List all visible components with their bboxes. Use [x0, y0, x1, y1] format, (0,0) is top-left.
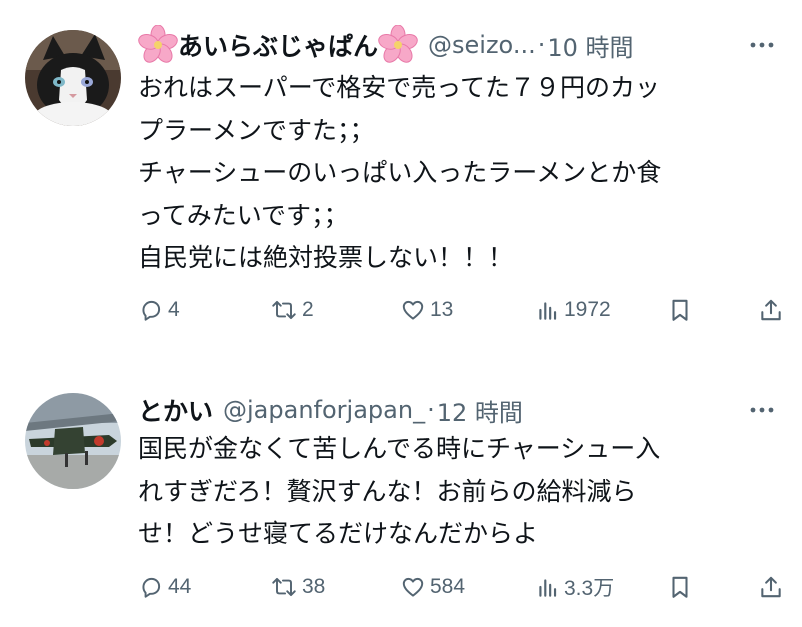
bookmark-button[interactable]	[668, 567, 692, 607]
handle-link[interactable]: @japanforjapan_	[223, 396, 425, 424]
heart-icon	[402, 577, 424, 597]
more-options-icon[interactable]	[744, 27, 780, 63]
repost-count: 2	[302, 298, 314, 321]
view-count: 1972	[564, 298, 611, 321]
like-count: 13	[430, 298, 454, 321]
post-header: あいらぶじゃぱん @seizo... · 10 時間	[138, 25, 782, 65]
share-button[interactable]	[758, 567, 784, 607]
view-count: 3.3万	[564, 577, 615, 600]
post-text-line: 自民党には絶対投票しない！！！	[138, 243, 514, 272]
like-button[interactable]: 13	[400, 290, 453, 330]
repost-button[interactable]: 38	[270, 567, 325, 607]
post[interactable]: あいらぶじゃぱん @seizo... · 10 時間 おれはスーパーで格安で売っ…	[0, 0, 802, 345]
post-text-line: せ！どうせ寝てるだけなんだからよ	[138, 519, 539, 548]
post-text-line: れすぎだろ！贅沢すんな！お前らの給料減ら	[138, 476, 637, 506]
repost-icon	[272, 300, 296, 320]
views-button[interactable]: 1972	[536, 290, 611, 330]
views-icon	[539, 302, 557, 320]
like-count: 584	[430, 575, 466, 598]
display-name: とかい	[138, 397, 214, 426]
views-button[interactable]: 3.3万	[536, 567, 614, 607]
share-button[interactable]	[758, 290, 784, 330]
reply-icon	[142, 577, 161, 598]
views-icon	[539, 579, 557, 597]
cherry-blossom-icon	[378, 25, 418, 63]
post-text: おれはスーパーで格安で売ってた７９円のカッ プラーメンですた；； チャーシューの…	[138, 67, 774, 280]
avatar[interactable]	[25, 393, 121, 489]
bookmark-button[interactable]	[668, 290, 692, 330]
separator-dot: ·	[427, 396, 435, 424]
post-text-line: 国民が金なくて苦しんでる時にチャーシュー入	[138, 434, 661, 463]
bookmark-icon	[672, 299, 688, 321]
more-options-icon[interactable]	[744, 392, 780, 428]
timestamp-link[interactable]: 10 時間	[547, 28, 633, 63]
post-text-line: プラーメンですた；；	[138, 115, 375, 145]
action-bar: 4 2 13 1972	[138, 290, 788, 330]
bookmark-icon	[672, 576, 688, 598]
cat-avatar-image	[25, 30, 121, 126]
reply-button[interactable]: 4	[138, 290, 180, 330]
post-text-line: おれはスーパーで格安で売ってた７９円のカッ	[138, 73, 661, 102]
separator-dot: ·	[537, 31, 546, 59]
reply-icon	[142, 300, 161, 321]
display-name-link[interactable]: あいらぶじゃぱん	[138, 25, 418, 65]
like-button[interactable]: 584	[400, 567, 465, 607]
reply-button[interactable]: 44	[138, 567, 191, 607]
display-name-link[interactable]: とかい	[138, 392, 213, 428]
heart-icon	[402, 300, 424, 320]
post-header: とかい @japanforjapan_ · 12 時間	[138, 390, 782, 430]
action-bar: 44 38 584 3.3万	[138, 567, 788, 607]
timestamp-link[interactable]: 12 時間	[437, 393, 523, 428]
post-text: 国民が金なくて苦しんでる時にチャーシュー入 れすぎだろ！贅沢すんな！お前らの給料…	[138, 428, 774, 556]
repost-button[interactable]: 2	[270, 290, 314, 330]
share-icon	[761, 299, 781, 321]
repost-count: 38	[302, 575, 326, 598]
reply-count: 44	[168, 575, 192, 598]
repost-icon	[272, 577, 296, 597]
post-text-line: チャーシューのいっぱい入ったラーメンとか食	[138, 158, 662, 187]
airplane-avatar-image	[25, 393, 121, 489]
display-name: あいらぶじゃぱん	[178, 32, 379, 61]
cherry-blossom-icon	[138, 25, 178, 63]
post-text-line: ってみたいです；；	[138, 200, 349, 230]
post[interactable]: とかい @japanforjapan_ · 12 時間 国民が金なくて苦しんでる…	[0, 370, 802, 627]
reply-count: 4	[168, 298, 180, 321]
avatar[interactable]	[25, 30, 121, 126]
share-icon	[761, 576, 781, 598]
handle-link[interactable]: @seizo...	[428, 31, 536, 59]
